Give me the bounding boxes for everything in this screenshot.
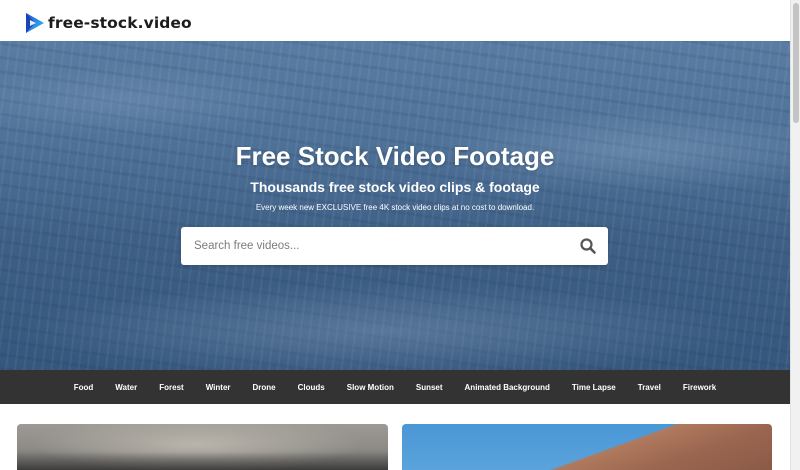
hero-banner: Free Stock Video Footage Thousands free … <box>0 41 790 370</box>
category-link-slow-motion[interactable]: Slow Motion <box>347 383 394 392</box>
category-link-food[interactable]: Food <box>74 383 94 392</box>
video-thumbnail[interactable] <box>17 424 388 470</box>
category-bar: Food Water Forest Winter Drone Clouds Sl… <box>0 370 790 404</box>
search-input[interactable] <box>181 227 566 265</box>
category-link-winter[interactable]: Winter <box>206 383 231 392</box>
play-logo-icon <box>26 13 44 33</box>
page-scrollbar[interactable] <box>790 0 800 470</box>
category-link-animated-background[interactable]: Animated Background <box>465 383 550 392</box>
category-link-firework[interactable]: Firework <box>683 383 716 392</box>
search-icon <box>580 238 596 254</box>
scrollbar-thumb[interactable] <box>793 3 799 123</box>
category-link-travel[interactable]: Travel <box>638 383 661 392</box>
category-link-sunset[interactable]: Sunset <box>416 383 443 392</box>
site-header: free-stock.video <box>0 0 790 41</box>
hero-tagline: Every week new EXCLUSIVE free 4K stock v… <box>255 203 535 212</box>
site-logo[interactable]: free-stock.video <box>24 12 192 34</box>
category-link-drone[interactable]: Drone <box>253 383 276 392</box>
search-button[interactable] <box>579 237 597 255</box>
category-link-time-lapse[interactable]: Time Lapse <box>572 383 616 392</box>
category-link-water[interactable]: Water <box>115 383 137 392</box>
search-box <box>181 227 608 265</box>
hero-subtitle: Thousands free stock video clips & foota… <box>250 179 540 195</box>
category-link-clouds[interactable]: Clouds <box>298 383 325 392</box>
category-link-forest[interactable]: Forest <box>159 383 183 392</box>
hero-title: Free Stock Video Footage <box>235 141 555 171</box>
video-thumbnail[interactable] <box>402 424 772 470</box>
logo-text: free-stock.video <box>48 14 192 32</box>
